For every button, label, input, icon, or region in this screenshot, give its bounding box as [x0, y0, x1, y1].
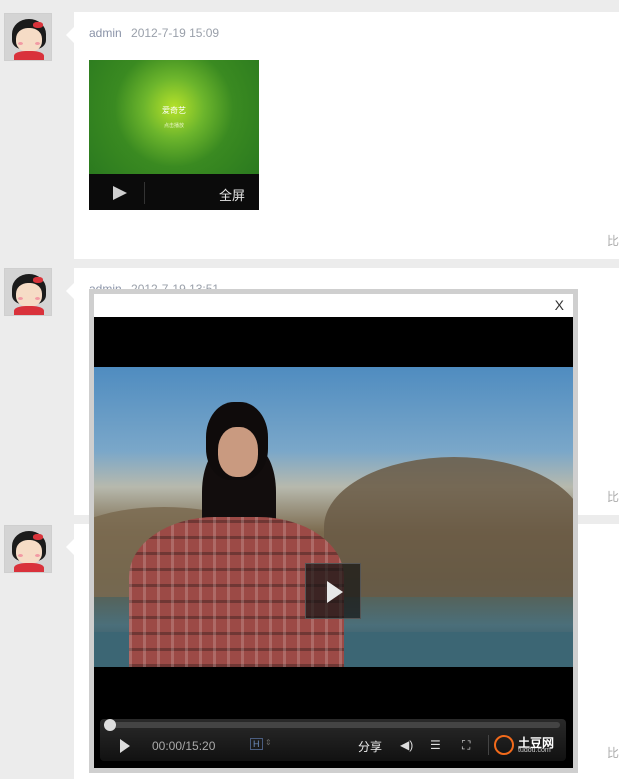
tudou-logo[interactable]: 土豆网 tudou.com — [494, 734, 564, 758]
side-text: 比 — [606, 490, 619, 504]
play-icon[interactable] — [113, 186, 127, 200]
hd-quality-button[interactable]: H — [250, 738, 263, 750]
author-link[interactable]: admin — [89, 26, 122, 40]
avatar[interactable] — [4, 13, 52, 61]
video-frame[interactable] — [94, 367, 573, 667]
progress-knob[interactable] — [104, 719, 116, 731]
player-controls: 00:00/15:20 H ⇕ 分享 ◀) ☰ ⛶ 土豆网 tudou.com — [100, 719, 566, 761]
avatar[interactable] — [4, 268, 52, 316]
play-icon[interactable] — [120, 739, 130, 753]
video-thumbnail[interactable]: 爱奇艺 点击播放 全屏 — [89, 60, 259, 210]
volume-icon[interactable]: ◀) — [400, 738, 413, 752]
side-text: 比 — [606, 746, 619, 760]
avatar[interactable] — [4, 525, 52, 573]
fullscreen-icon[interactable]: ⛶ — [462, 738, 470, 753]
close-button[interactable]: X — [555, 297, 564, 313]
comment-date: 2012-7-19 15:09 — [131, 26, 220, 40]
share-button[interactable]: 分享 — [358, 738, 382, 755]
progress-bar[interactable] — [104, 719, 560, 731]
iqiyi-logo: 爱奇艺 — [162, 106, 186, 115]
playlist-icon[interactable]: ☰ — [430, 738, 441, 752]
big-play-button[interactable] — [305, 563, 361, 619]
fullscreen-button[interactable]: 全屏 — [219, 185, 245, 204]
time-display: 00:00/15:20 — [152, 739, 216, 753]
click-to-play-text: 点击播放 — [163, 123, 184, 129]
brand-domain: tudou.com — [518, 747, 551, 754]
comment-card: admin 2012-7-19 15:09 爱奇艺 点击播放 全屏 比 — [66, 12, 619, 259]
side-text: 比 — [606, 234, 619, 248]
quality-caret-icon[interactable]: ⇕ — [265, 738, 272, 747]
tudou-face-icon — [494, 735, 514, 755]
video-popup: X 00:00/15:20 H ⇕ 分享 ◀) ☰ ⛶ 土豆网 tudou.co… — [89, 289, 578, 773]
comment-meta: admin 2012-7-19 15:09 — [89, 26, 219, 40]
tudou-video-player[interactable]: 00:00/15:20 H ⇕ 分享 ◀) ☰ ⛶ 土豆网 tudou.com — [94, 317, 573, 768]
